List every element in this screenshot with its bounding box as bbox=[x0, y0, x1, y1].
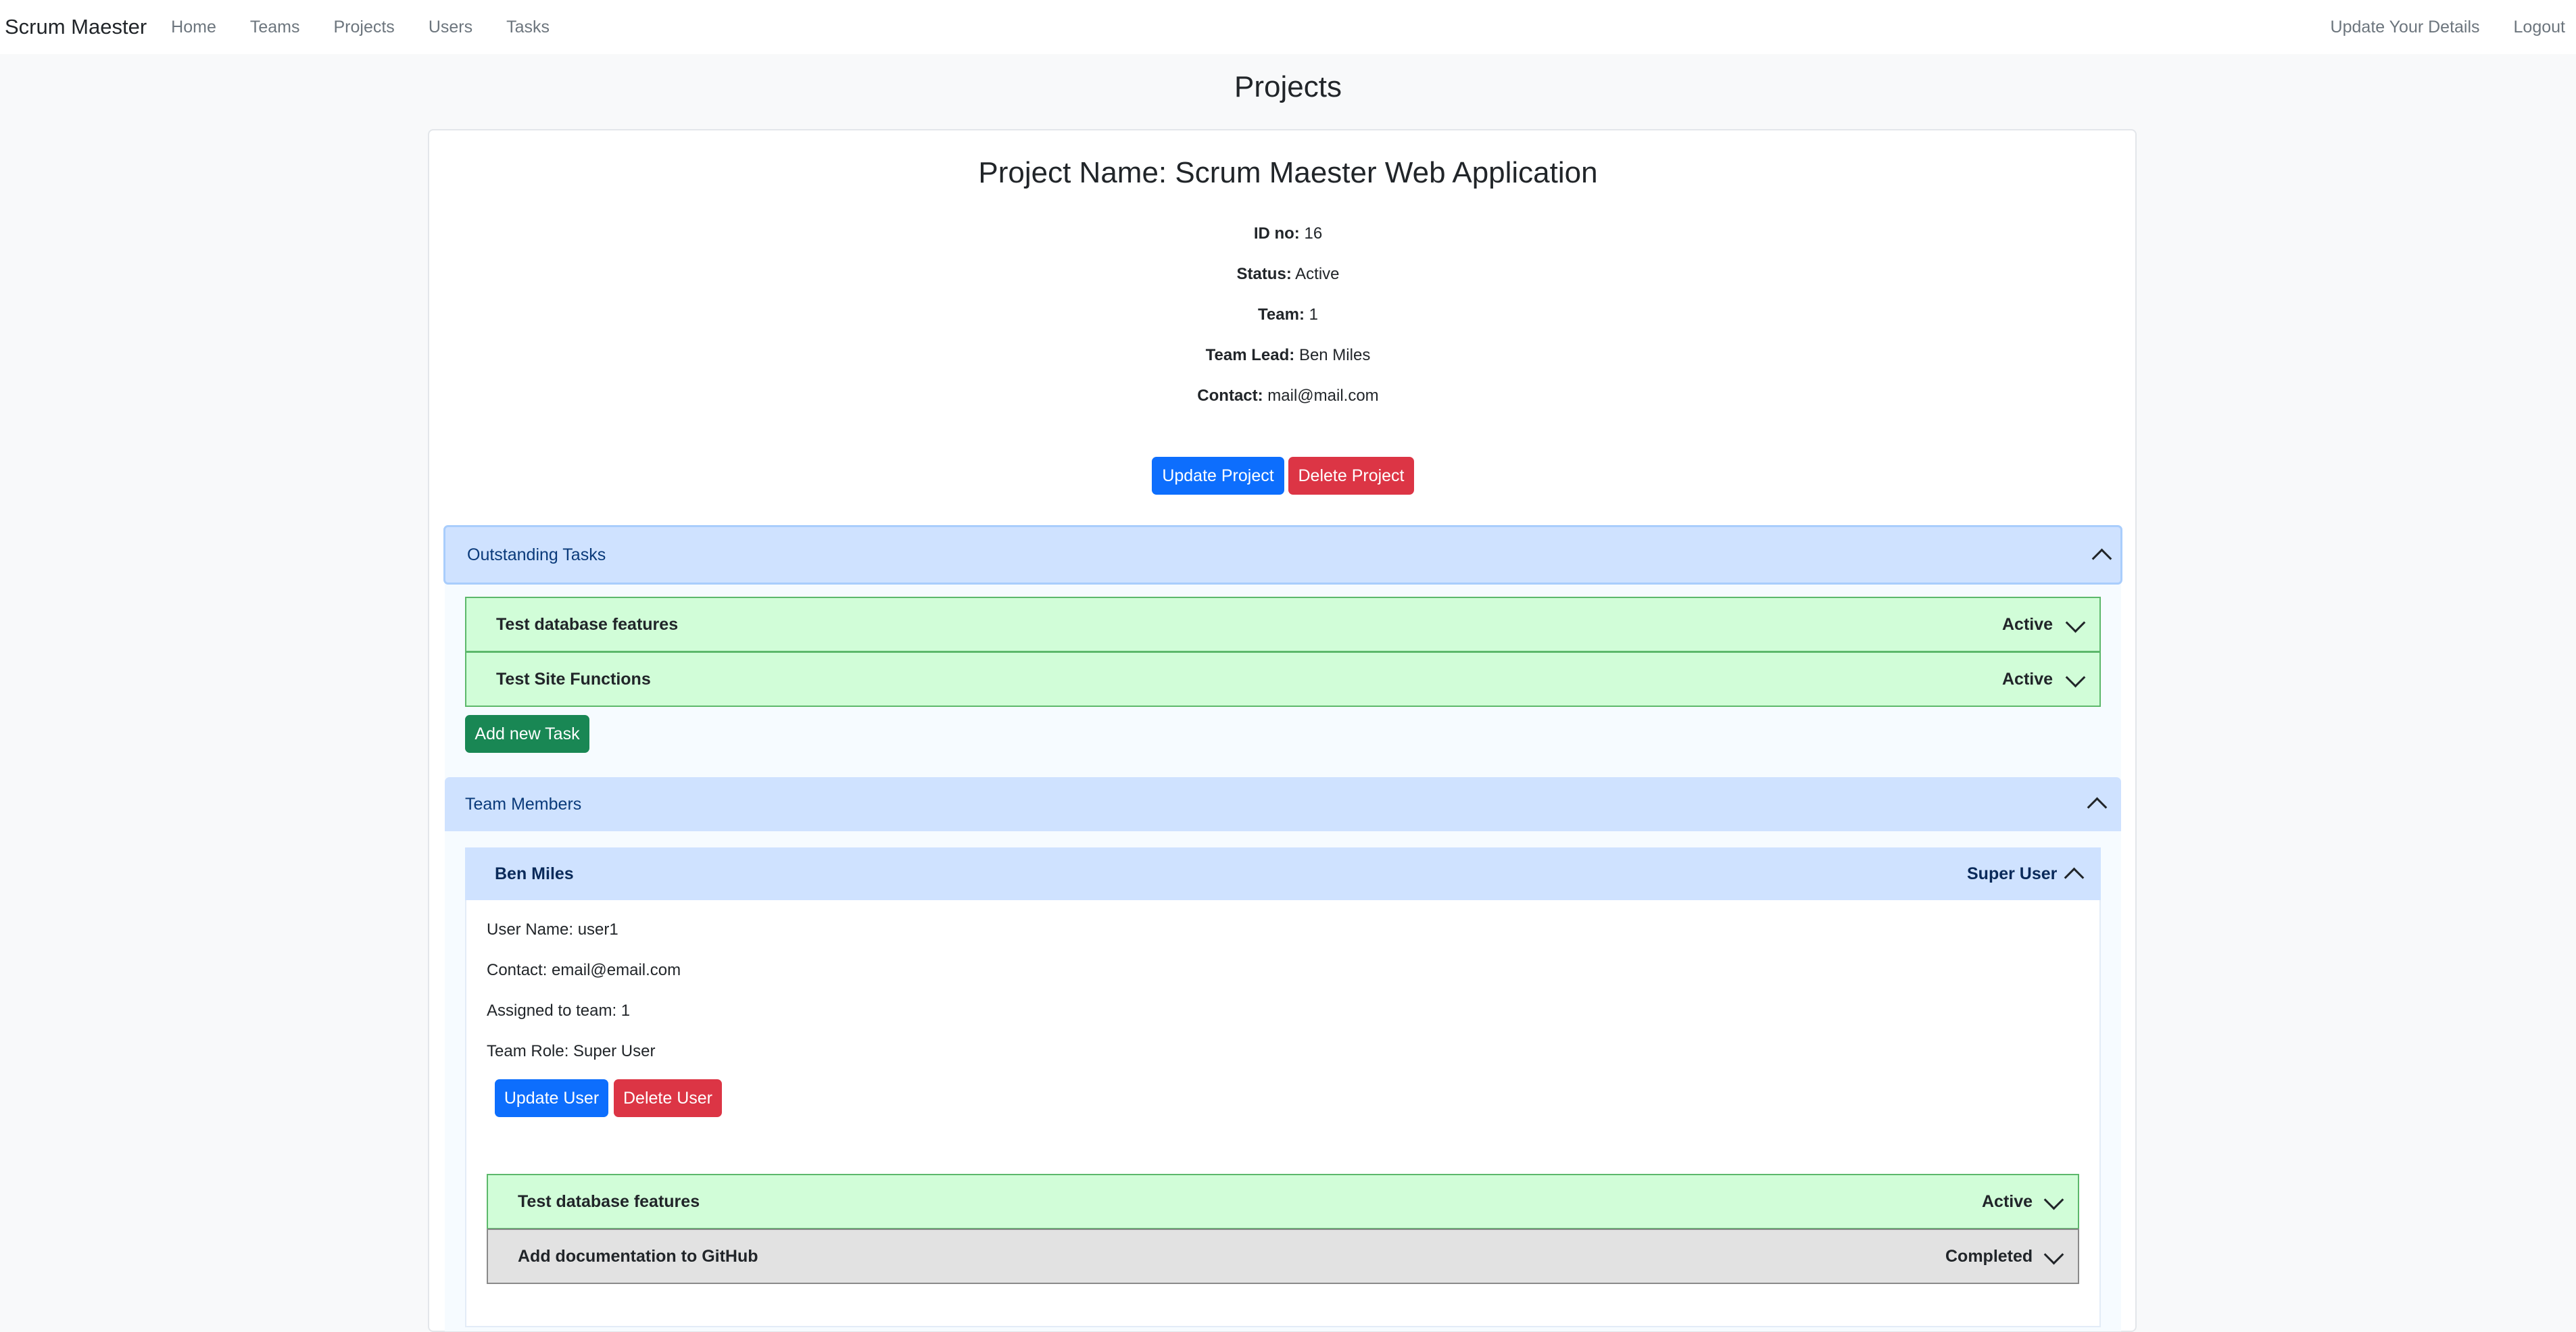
project-contact-label: Contact: bbox=[1197, 387, 1263, 405]
project-lead: Team Lead: Ben Miles bbox=[0, 346, 2576, 365]
project-contact: Contact: mail@mail.com bbox=[0, 387, 2576, 405]
project-lead-label: Team Lead: bbox=[1205, 346, 1295, 364]
project-id-label: ID no: bbox=[1253, 224, 1300, 243]
user-task-row[interactable]: Add documentation to GitHub Completed bbox=[487, 1229, 2079, 1284]
user-role-badge: Super User bbox=[1967, 864, 2058, 883]
task-name: Test Site Functions bbox=[496, 669, 651, 689]
nav-tasks-link[interactable]: Tasks bbox=[506, 18, 550, 37]
chevron-down-icon bbox=[2043, 1244, 2064, 1265]
team-members-title: Team Members bbox=[465, 794, 582, 814]
chevron-up-icon bbox=[2087, 797, 2108, 818]
task-status: Active bbox=[2002, 614, 2053, 634]
nav-home-link[interactable]: Home bbox=[171, 18, 216, 37]
user-assigned-team: Assigned to team: 1 bbox=[487, 1002, 631, 1020]
outstanding-tasks-header[interactable]: Outstanding Tasks bbox=[443, 525, 2122, 585]
task-name: Add documentation to GitHub bbox=[518, 1246, 758, 1266]
project-status: Status: Active bbox=[0, 265, 2576, 284]
chevron-up-icon bbox=[2091, 548, 2112, 569]
nav-right: Update Your Details Logout bbox=[2297, 0, 2576, 54]
update-project-button[interactable]: Update Project bbox=[1152, 457, 1284, 495]
brand-link[interactable]: Scrum Maester bbox=[5, 15, 147, 39]
outstanding-task-row[interactable]: Test database features Active bbox=[465, 597, 2101, 652]
user-team-role: Team Role: Super User bbox=[487, 1042, 656, 1060]
delete-project-button[interactable]: Delete Project bbox=[1288, 457, 1414, 495]
logout-link[interactable]: Logout bbox=[2514, 18, 2565, 37]
chevron-down-icon bbox=[2065, 667, 2086, 688]
project-team-value: 1 bbox=[1309, 305, 1318, 324]
navbar: Scrum Maester Home Teams Projects Users … bbox=[0, 0, 2576, 54]
project-lead-value: Ben Miles bbox=[1298, 346, 1371, 364]
nav-projects-link[interactable]: Projects bbox=[334, 18, 395, 37]
user-task-row[interactable]: Test database features Active bbox=[487, 1174, 2079, 1229]
task-status: Active bbox=[2002, 669, 2053, 689]
task-name: Test database features bbox=[496, 614, 679, 634]
project-contact-value: mail@mail.com bbox=[1267, 387, 1379, 405]
chevron-down-icon bbox=[2043, 1189, 2064, 1210]
update-user-button[interactable]: Update User bbox=[495, 1079, 608, 1117]
task-name: Test database features bbox=[518, 1191, 700, 1211]
user-accordion-header[interactable]: Ben Miles Super User bbox=[465, 847, 2101, 900]
project-status-label: Status: bbox=[1236, 265, 1292, 283]
add-new-task-button[interactable]: Add new Task bbox=[465, 715, 589, 753]
outstanding-task-row[interactable]: Test Site Functions Active bbox=[465, 651, 2101, 707]
delete-user-button[interactable]: Delete User bbox=[614, 1079, 722, 1117]
project-name: Project Name: Scrum Maester Web Applicat… bbox=[978, 156, 1598, 189]
project-status-value: Active bbox=[1295, 265, 1340, 283]
nav-users-link[interactable]: Users bbox=[429, 18, 472, 37]
project-id-value: 16 bbox=[1304, 224, 1323, 243]
user-name: Ben Miles bbox=[495, 864, 574, 883]
team-members-header[interactable]: Team Members bbox=[445, 777, 2121, 831]
nav-teams-link[interactable]: Teams bbox=[250, 18, 300, 37]
chevron-up-icon bbox=[2064, 867, 2085, 888]
update-details-link[interactable]: Update Your Details bbox=[2331, 18, 2480, 37]
task-status: Completed bbox=[1945, 1246, 2033, 1266]
chevron-down-icon bbox=[2065, 612, 2086, 633]
project-id: ID no: 16 bbox=[0, 224, 2576, 243]
project-team-label: Team: bbox=[1258, 305, 1305, 324]
user-contact: Contact: email@email.com bbox=[487, 961, 681, 979]
user-username: User Name: user1 bbox=[487, 920, 618, 939]
outstanding-tasks-title: Outstanding Tasks bbox=[467, 545, 606, 564]
project-team: Team: 1 bbox=[0, 305, 2576, 324]
task-status: Active bbox=[1982, 1191, 2033, 1211]
page-title: Projects bbox=[1234, 70, 1342, 103]
